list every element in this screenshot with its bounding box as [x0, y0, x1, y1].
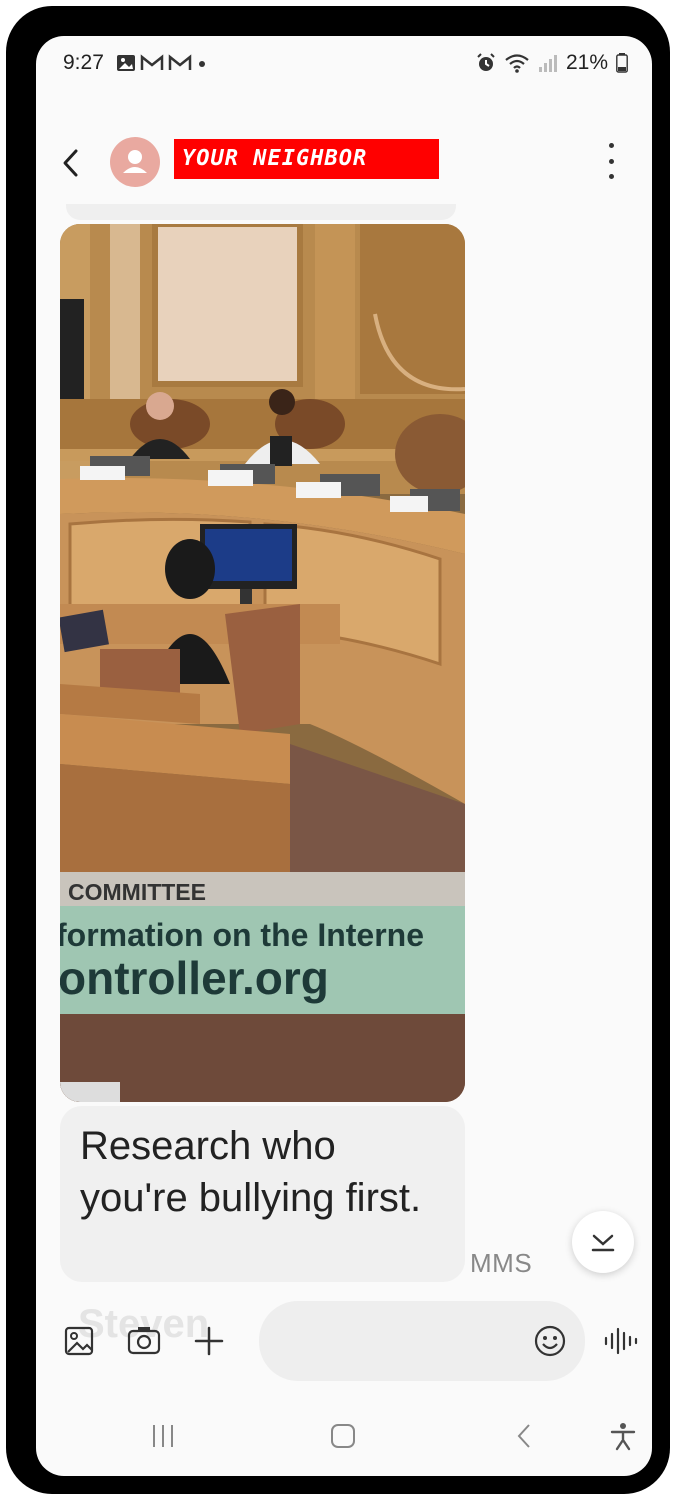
- more-options-button[interactable]: [601, 143, 621, 179]
- signal-icon: [538, 55, 557, 72]
- camera-button[interactable]: [124, 1321, 164, 1361]
- gallery-button[interactable]: [59, 1321, 99, 1361]
- status-time: 9:27: [63, 51, 104, 74]
- notification-icons: [116, 54, 208, 72]
- voice-message-button[interactable]: [600, 1321, 640, 1361]
- scroll-to-bottom-button[interactable]: [572, 1211, 634, 1273]
- person-icon: [123, 150, 147, 173]
- image-message[interactable]: COMMITTEE formation on the Interne ontro…: [60, 224, 465, 1102]
- message-text: Research who you're bullying first.: [80, 1124, 422, 1220]
- recent-apps-button[interactable]: [148, 1421, 178, 1451]
- contact-avatar[interactable]: [110, 137, 160, 187]
- contact-name[interactable]: YOUR NEIGHBOR: [174, 139, 439, 179]
- menu-dot: [608, 174, 614, 179]
- emoji-button[interactable]: [530, 1321, 570, 1361]
- chevron-down-icon: [591, 1234, 615, 1252]
- message-bubble[interactable]: Research who you're bullying first.: [60, 1106, 465, 1282]
- system-nav-bar: [36, 1406, 652, 1466]
- gmail-notification-icon: [140, 54, 164, 70]
- dot-icon: [199, 61, 205, 67]
- conversation-header: YOUR NEIGHBOR: [36, 131, 652, 201]
- compose-bar: [36, 1301, 652, 1385]
- home-button[interactable]: [328, 1421, 358, 1451]
- overlay-url-text: ontroller.org: [60, 952, 329, 1004]
- phone-screen: 9:27 21% YOUR NEIGHBOR COMMITTEE formati…: [36, 36, 652, 1476]
- battery-percent: 21%: [565, 51, 608, 74]
- overlay-info-text: formation on the Interne: [60, 917, 424, 953]
- nav-back-button[interactable]: [510, 1421, 540, 1451]
- alarm-icon: [477, 53, 495, 71]
- meeting-photo: COMMITTEE formation on the Interne ontro…: [60, 224, 465, 1102]
- back-button[interactable]: [58, 143, 84, 183]
- message-type-label: MMS: [470, 1248, 533, 1278]
- previous-message-bubble: [66, 204, 456, 220]
- gallery-notification-icon: [117, 55, 135, 71]
- add-attachment-button[interactable]: [189, 1321, 229, 1361]
- accessibility-button[interactable]: [608, 1421, 638, 1451]
- status-bar: 9:27 21%: [36, 36, 652, 96]
- status-right: 21%: [476, 51, 628, 75]
- gmail-notification-icon: [168, 54, 192, 70]
- wifi-icon: [505, 54, 529, 73]
- menu-dot: [608, 143, 614, 148]
- menu-dot: [608, 158, 614, 164]
- device-frame: 9:27 21% YOUR NEIGHBOR COMMITTEE formati…: [6, 6, 670, 1494]
- overlay-committee-text: COMMITTEE: [68, 879, 206, 905]
- battery-icon: [616, 53, 628, 73]
